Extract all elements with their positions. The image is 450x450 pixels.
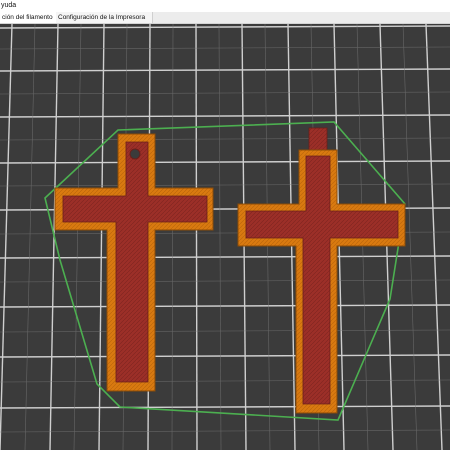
tab-filament-settings[interactable]: ción del filamento (0, 12, 58, 23)
tab-label: Configuración de la Impresora (58, 14, 146, 21)
print-bed-scene[interactable] (0, 24, 450, 450)
menu-item-ayuda[interactable]: yuda (1, 0, 16, 12)
object-convex-hull (44, 121, 406, 421)
3d-viewport[interactable] (0, 24, 450, 450)
menu-bar: yuda (0, 0, 450, 12)
keyring-hole (129, 148, 141, 160)
tab-printer-settings[interactable]: Configuración de la Impresora (56, 12, 153, 23)
tab-label: ción del filamento (2, 14, 53, 21)
right-cross-model[interactable] (237, 127, 406, 414)
settings-tab-bar: ción del filamento Configuración de la I… (0, 12, 450, 24)
